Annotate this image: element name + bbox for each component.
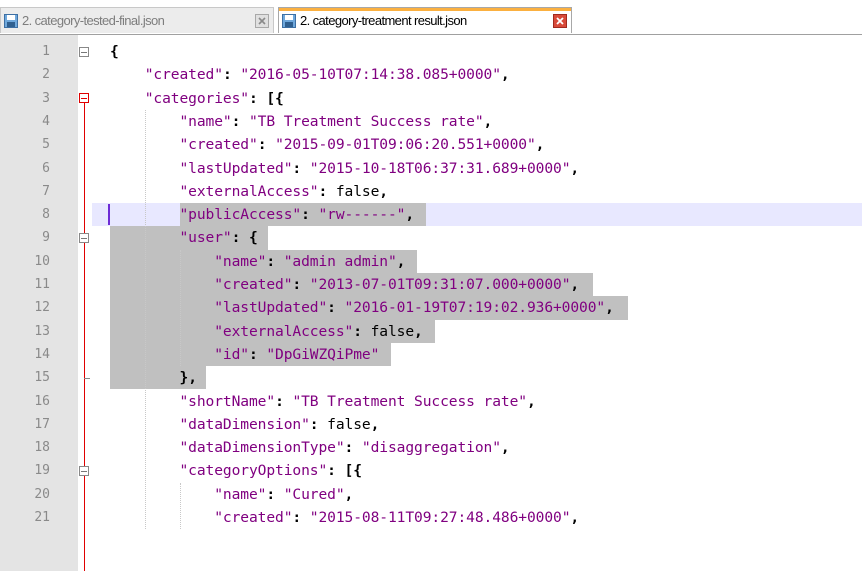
code-text: "lastUpdated": "2015-10-18T06:37:31.689+…: [179, 159, 580, 177]
indent-guide: [180, 249, 182, 367]
code-line[interactable]: 1{: [0, 40, 862, 63]
line-number: 14: [34, 346, 50, 362]
code-line[interactable]: 15 },: [0, 366, 862, 389]
code-text: "externalAccess": false,: [214, 322, 423, 340]
line-number: 11: [34, 277, 50, 292]
code-text: "shortName": "TB Treatment Success rate"…: [179, 392, 536, 410]
tab-category-treatment-result[interactable]: 2. category-treatment result.json: [278, 7, 572, 33]
code-line[interactable]: 11 "created": "2013-07-01T09:31:07.000+0…: [0, 273, 862, 296]
code-text: "dataDimension": false,: [179, 415, 380, 433]
code-line[interactable]: 18 "dataDimensionType": "disaggregation"…: [0, 436, 862, 459]
line-number: 20: [34, 486, 50, 502]
code-text: "lastUpdated": "2016-01-19T07:19:02.936+…: [214, 299, 614, 317]
save-icon: [282, 13, 296, 28]
code-text: },: [179, 369, 197, 387]
tab-category-tested-final[interactable]: 2. category-tested-final.json: [0, 7, 274, 33]
code-line[interactable]: 21 "created": "2015-08-11T09:27:48.486+0…: [0, 506, 862, 529]
code-text: "dataDimensionType": "disaggregation",: [179, 439, 510, 457]
code-line[interactable]: 20 "name": "Cured",: [0, 483, 862, 506]
tab-label: 2. category-tested-final.json: [22, 13, 165, 28]
code-line[interactable]: 6 "lastUpdated": "2015-10-18T06:37:31.68…: [0, 157, 862, 180]
save-icon: [4, 13, 18, 28]
code-text: {: [110, 43, 119, 60]
line-number: 8: [42, 207, 50, 223]
code-line[interactable]: 13 "externalAccess": false,: [0, 320, 862, 343]
close-icon[interactable]: [255, 13, 269, 28]
indent-guide: [145, 109, 147, 530]
fold-minus-icon[interactable]: [79, 93, 89, 104]
code-text: "created": "2016-05-10T07:14:38.085+0000…: [144, 66, 510, 84]
code-text: "id": "DpGiWZQiPme": [214, 345, 380, 363]
line-number: 13: [34, 323, 50, 339]
code-text: "created": "2015-09-01T09:06:20.551+0000…: [179, 136, 545, 154]
code-line[interactable]: 14 "id": "DpGiWZQiPme": [0, 343, 862, 366]
code-line[interactable]: 17 "dataDimension": false,: [0, 413, 862, 436]
code-line[interactable]: 2 "created": "2016-05-10T07:14:38.085+00…: [0, 63, 862, 86]
line-number: 16: [34, 393, 50, 409]
close-icon[interactable]: [553, 13, 567, 28]
fold-minus-icon[interactable]: [79, 466, 89, 477]
code-text: "name": "admin admin",: [214, 252, 406, 270]
line-number: 1: [42, 44, 50, 59]
indent-guide: [180, 482, 182, 530]
code-text: "name": "TB Treatment Success rate",: [179, 112, 493, 130]
code-editor[interactable]: 1{2 "created": "2016-05-10T07:14:38.085+…: [0, 34, 862, 571]
fold-end-tick: [84, 377, 90, 379]
code-line[interactable]: 9 "user": {: [0, 226, 862, 249]
fold-minus-icon[interactable]: [79, 46, 89, 57]
tab-label: 2. category-treatment result.json: [300, 13, 467, 28]
code-line[interactable]: 8 "publicAccess": "rw------",: [0, 203, 862, 226]
code-line[interactable]: 4 "name": "TB Treatment Success rate",: [0, 110, 862, 133]
line-number: 19: [34, 463, 50, 479]
code-line[interactable]: 3 "categories": [{: [0, 87, 862, 110]
line-number: 10: [34, 253, 50, 269]
tab-bar: 2. category-tested-final.json 2. categor…: [0, 0, 862, 34]
code-line[interactable]: 5 "created": "2015-09-01T09:06:20.551+00…: [0, 133, 862, 156]
fold-minus-icon[interactable]: [79, 233, 89, 244]
text-caret: [108, 204, 110, 226]
line-number: 9: [42, 230, 50, 246]
line-number: 3: [42, 90, 50, 106]
line-number: 6: [42, 160, 50, 176]
line-number: 4: [42, 113, 50, 129]
line-number: 17: [34, 416, 50, 432]
code-text: "externalAccess": false,: [179, 182, 389, 200]
line-number: 21: [34, 510, 50, 525]
code-text: "user": {: [179, 229, 258, 247]
fold-range-line: [84, 103, 85, 571]
code-line[interactable]: 19 "categoryOptions": [{: [0, 459, 862, 482]
code-text: "categories": [{: [144, 89, 284, 107]
code-text: "publicAccess": "rw------",: [179, 206, 415, 224]
line-number: 18: [34, 440, 50, 456]
line-number: 2: [42, 67, 50, 83]
code-line[interactable]: 16 "shortName": "TB Treatment Success ra…: [0, 390, 862, 413]
code-line[interactable]: 10 "name": "admin admin",: [0, 250, 862, 273]
code-line[interactable]: 12 "lastUpdated": "2016-01-19T07:19:02.9…: [0, 296, 862, 319]
line-number: 15: [34, 370, 50, 386]
line-number: 12: [34, 300, 50, 316]
code-text: "categoryOptions": [{: [179, 462, 363, 480]
line-number: 5: [42, 137, 50, 153]
code-line[interactable]: 7 "externalAccess": false,: [0, 180, 862, 203]
line-number: 7: [42, 183, 50, 199]
